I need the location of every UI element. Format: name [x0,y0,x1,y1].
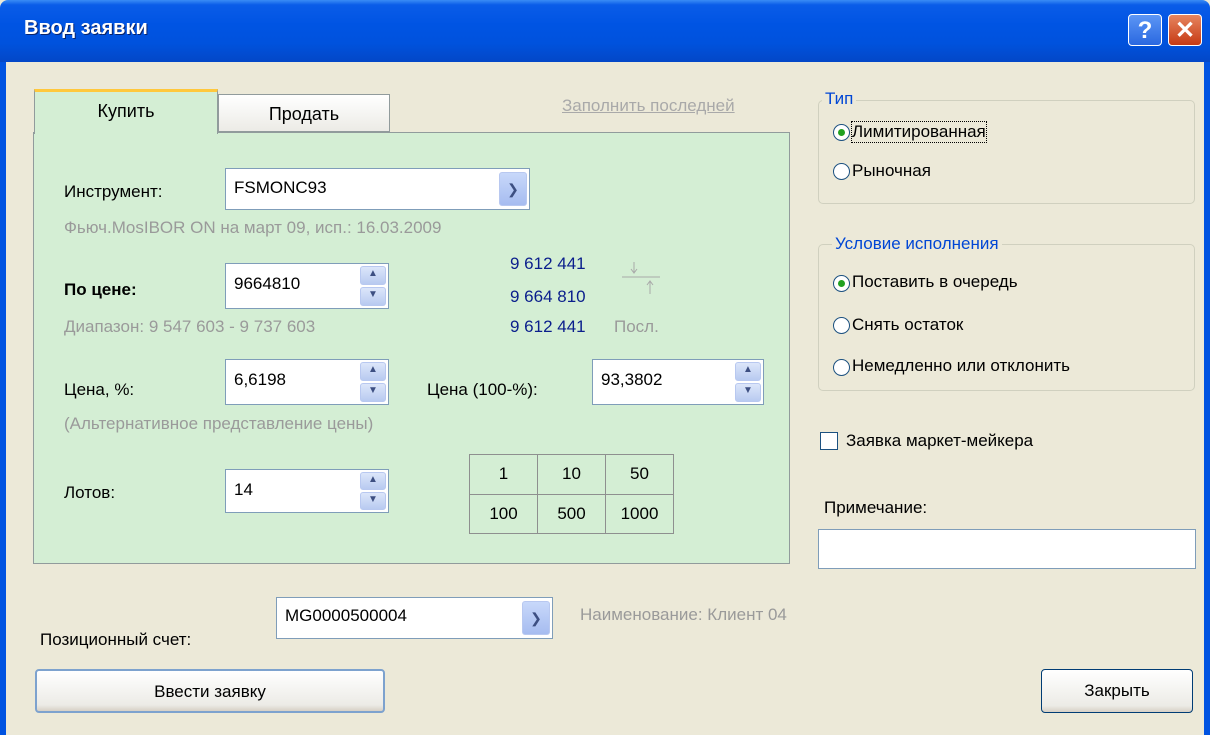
chevron-down-icon: ❯ [530,610,542,626]
account-dropdown-button[interactable]: ❯ [522,601,550,635]
quote-last: 9 612 441 [510,317,586,336]
title-bar: Ввод заявки ? ✕ [0,0,1210,62]
price-range: Диапазон: 9 547 603 - 9 737 603 [64,317,316,336]
instrument-label: Инструмент: [64,182,163,201]
radio-limit[interactable] [833,124,850,141]
window-frame-left [0,62,6,735]
fill-last-link[interactable]: Заполнить последней [562,96,735,116]
spin-up-icon[interactable]: ▲ [360,472,386,490]
window-frame-right [1204,62,1210,735]
account-value: MG0000500004 [285,606,407,625]
spin-down-icon[interactable]: ▼ [360,492,386,510]
quote-last-label: Посл. [614,317,659,336]
percent-price-spinner[interactable]: ▲ ▼ [360,362,386,402]
inverse-percent-spinner[interactable]: ▲ ▼ [735,362,761,402]
bid-ask-arrows-icon [622,262,660,294]
price-label: По цене: [64,280,137,299]
tab-sell[interactable]: Продать [218,94,390,132]
price-value: 9664810 [234,274,301,293]
type-group-title: Тип [822,89,857,109]
account-name: Наименование: Клиент 04 [580,605,787,624]
spin-down-icon[interactable]: ▼ [360,287,386,306]
spin-up-icon[interactable]: ▲ [360,362,386,381]
price-spinner[interactable]: ▲ ▼ [360,266,386,306]
account-label: Позиционный счет: [40,630,192,649]
radio-market[interactable] [833,163,850,180]
window-title: Ввод заявки [24,17,148,39]
radio-fill-or-kill-label[interactable]: Немедленно или отклонить [852,356,1070,376]
quote-top: 9 612 441 [510,254,586,273]
percent-price-input[interactable]: 6,6198 ▲ ▼ [225,359,389,405]
spin-up-icon[interactable]: ▲ [735,362,761,381]
market-maker-checkbox[interactable] [820,432,838,450]
spin-up-icon[interactable]: ▲ [360,266,386,285]
spin-down-icon[interactable]: ▼ [360,383,386,402]
tab-buy[interactable]: Купить [34,89,218,134]
radio-market-label[interactable]: Рыночная [852,161,931,181]
submit-order-button[interactable]: Ввести заявку [35,669,385,713]
market-maker-label[interactable]: Заявка маркет-мейкера [846,431,1033,451]
radio-cancel-rest-label[interactable]: Снять остаток [852,315,963,335]
lots-label: Лотов: [64,483,116,502]
chevron-down-icon: ❯ [507,181,519,197]
lots-value: 14 [234,480,253,499]
percent-price-label: Цена, %: [64,380,135,399]
lots-preset-cell[interactable]: 1 [469,454,538,495]
spin-down-icon[interactable]: ▼ [735,383,761,402]
lots-preset-cell[interactable]: 1000 [605,493,674,534]
lots-preset-cell[interactable]: 500 [537,493,606,534]
percent-price-value: 6,6198 [234,370,286,389]
lots-input[interactable]: 14 ▲ ▼ [225,469,389,513]
lots-preset-cell[interactable]: 10 [537,454,606,495]
radio-limit-label[interactable]: Лимитированная [851,121,987,143]
quote-mid: 9 664 810 [510,287,586,306]
inverse-percent-input[interactable]: 93,3802 ▲ ▼ [592,359,764,405]
radio-queue[interactable] [833,275,850,292]
note-input[interactable] [818,529,1196,569]
price-input[interactable]: 9664810 ▲ ▼ [225,263,389,309]
lots-spinner[interactable]: ▲ ▼ [360,472,386,510]
radio-cancel-rest[interactable] [833,317,850,334]
close-button[interactable]: Закрыть [1041,669,1193,713]
instrument-combobox[interactable]: FSMONC93 ❯ [225,168,530,210]
instrument-value: FSMONC93 [234,178,327,197]
lots-preset-grid: 1 10 50 100 500 1000 [469,454,674,534]
radio-fill-or-kill[interactable] [833,359,850,376]
note-label: Примечание: [824,498,928,517]
alt-price-note: (Альтернативное представление цены) [64,414,374,433]
lots-preset-cell[interactable]: 100 [469,493,538,534]
lots-preset-cell[interactable]: 50 [605,454,674,495]
inverse-percent-label: Цена (100-%): [427,380,538,399]
account-combobox[interactable]: MG0000500004 ❯ [276,597,553,639]
close-window-button[interactable]: ✕ [1168,14,1202,46]
help-button[interactable]: ? [1128,14,1162,46]
radio-queue-label[interactable]: Поставить в очередь [852,272,1018,292]
instrument-description: Фьюч.MosIBOR ON на март 09, исп.: 16.03.… [64,218,442,237]
type-group [818,100,1195,204]
instrument-dropdown-button[interactable]: ❯ [499,172,527,206]
inverse-percent-value: 93,3802 [601,370,663,389]
execution-group-title: Условие исполнения [832,234,1002,254]
